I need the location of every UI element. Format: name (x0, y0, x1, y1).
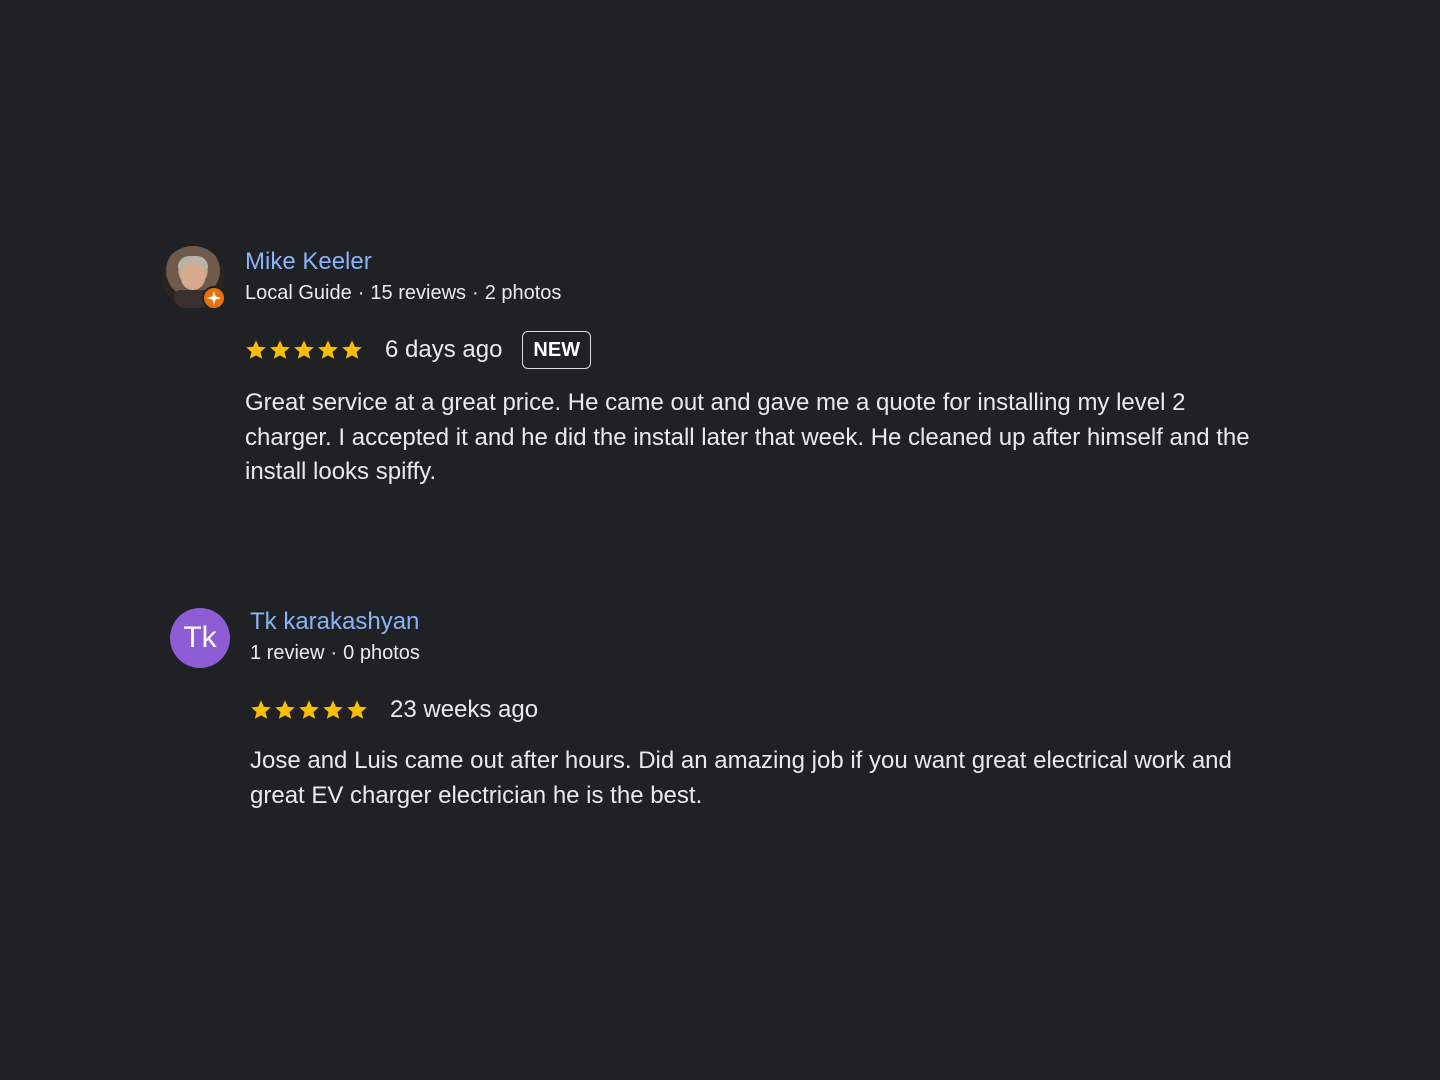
star-icon (342, 340, 362, 359)
star-rating (250, 699, 368, 721)
review-card: Tk Tk karakashyan 1 review · 0 photos 23 w… (170, 606, 1270, 809)
reviewer-meta: 1 review · 0 photos (250, 642, 420, 665)
reviewer-name[interactable]: Mike Keeler (245, 248, 372, 276)
reviewer-avatar[interactable] (162, 246, 226, 310)
review-header: Mike Keeler Local Guide · 15 reviews · 2 pho… (162, 244, 1262, 310)
star-icon (246, 340, 266, 359)
review-date: 6 days ago (385, 336, 503, 363)
star-icon (318, 340, 338, 359)
rating-row: 23 weeks ago (250, 690, 538, 730)
star-icon (347, 700, 367, 719)
new-badge: NEW (522, 331, 592, 369)
star-icon (323, 700, 343, 719)
rating-row: 6 days ago NEW (245, 330, 592, 370)
review-header: Tk Tk karakashyan 1 review · 0 photos (170, 606, 1270, 670)
more-options-button[interactable] (1180, 612, 1228, 660)
reviewer-photo-count: 0 photos (343, 642, 420, 664)
star-icon (294, 340, 314, 359)
avatar-face (181, 264, 205, 290)
review-text: Jose and Luis came out after hours. Did … (250, 747, 1232, 809)
reviewer-review-count: 15 reviews (370, 282, 467, 304)
separator-dot: · (357, 282, 365, 304)
star-rating (245, 339, 363, 361)
review-text: Great service at a great price. He came … (245, 389, 1250, 485)
review-card: Mike Keeler Local Guide · 15 reviews · 2 pho… (162, 244, 1262, 485)
more-options-button[interactable] (1206, 256, 1254, 304)
reviewer-review-count: 1 review (250, 642, 325, 664)
reviewer-meta: Local Guide · 15 reviews · 2 photos (245, 282, 561, 305)
reviewer-avatar[interactable]: Tk (170, 608, 230, 668)
star-icon (275, 700, 295, 719)
reviewer-name[interactable]: Tk karakashyan (250, 608, 419, 636)
reviewer-photo-count: 2 photos (484, 282, 562, 304)
star-icon (299, 700, 319, 719)
separator-dot: · (330, 642, 338, 664)
reviewer-guide-label: Local Guide (245, 282, 352, 304)
separator-dot: · (472, 282, 479, 304)
review-date: 23 weeks ago (390, 696, 539, 723)
local-guide-star-icon (202, 286, 226, 310)
star-icon (251, 700, 271, 719)
star-icon (270, 340, 290, 359)
